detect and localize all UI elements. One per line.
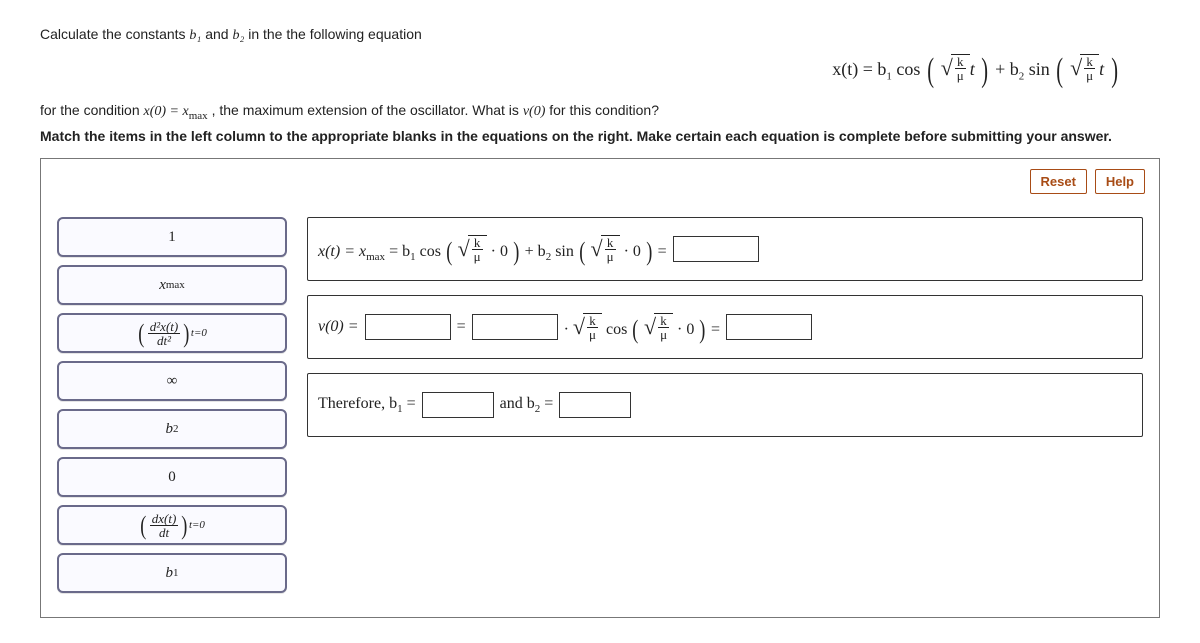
- prompt-line-1: Calculate the constants b₁ and b₂ in the…: [40, 26, 1160, 44]
- text: and: [205, 26, 232, 42]
- equation-row-2: v(0) = = · √kμ cos ( √kμ · 0 ) =: [307, 295, 1143, 359]
- tile-d2xdt2[interactable]: ( d²x(t)dt² ) t=0: [57, 313, 287, 353]
- tile-1[interactable]: 1: [57, 217, 287, 257]
- reset-button[interactable]: Reset: [1030, 169, 1087, 194]
- target-column: x(t) = xmax = b1 cos ( √kμ · 0 ) + b2 si…: [307, 217, 1143, 593]
- blank-r1-1[interactable]: [673, 236, 759, 262]
- prompt-line-3: Match the items in the left column to th…: [40, 128, 1160, 144]
- blank-r3-2[interactable]: [559, 392, 631, 418]
- tile-b2[interactable]: b2: [57, 409, 287, 449]
- blank-r3-1[interactable]: [422, 392, 494, 418]
- var-b1: b₁: [189, 28, 201, 43]
- var-b2: b₂: [232, 28, 244, 43]
- button-bar: Reset Help: [1026, 169, 1145, 194]
- equation-row-1: x(t) = xmax = b1 cos ( √kμ · 0 ) + b2 si…: [307, 217, 1143, 281]
- equation-row-3: Therefore, b1 = and b2 =: [307, 373, 1143, 437]
- text: in the the following equation: [248, 26, 422, 42]
- tile-xmax[interactable]: xmax: [57, 265, 287, 305]
- main-equation: x(t) = b1 cos ( √kμt ) + b2 sin ( √kμt ): [40, 54, 1120, 84]
- text: Calculate the constants: [40, 26, 189, 42]
- blank-r2-1[interactable]: [365, 314, 451, 340]
- help-button[interactable]: Help: [1095, 169, 1145, 194]
- blank-r2-2[interactable]: [472, 314, 558, 340]
- tile-dxdt[interactable]: ( dx(t)dt ) t=0: [57, 505, 287, 545]
- blank-r2-3[interactable]: [726, 314, 812, 340]
- matching-panel: Reset Help 1 xmax ( d²x(t)dt² ) t=0 ∞ b2…: [40, 158, 1160, 618]
- prompt-line-2: for the condition x(0) = xmax , the maxi…: [40, 102, 1160, 122]
- tile-infinity[interactable]: ∞: [57, 361, 287, 401]
- tile-column: 1 xmax ( d²x(t)dt² ) t=0 ∞ b2 0 ( dx(t)d…: [57, 217, 287, 593]
- tile-b1[interactable]: b1: [57, 553, 287, 593]
- tile-0[interactable]: 0: [57, 457, 287, 497]
